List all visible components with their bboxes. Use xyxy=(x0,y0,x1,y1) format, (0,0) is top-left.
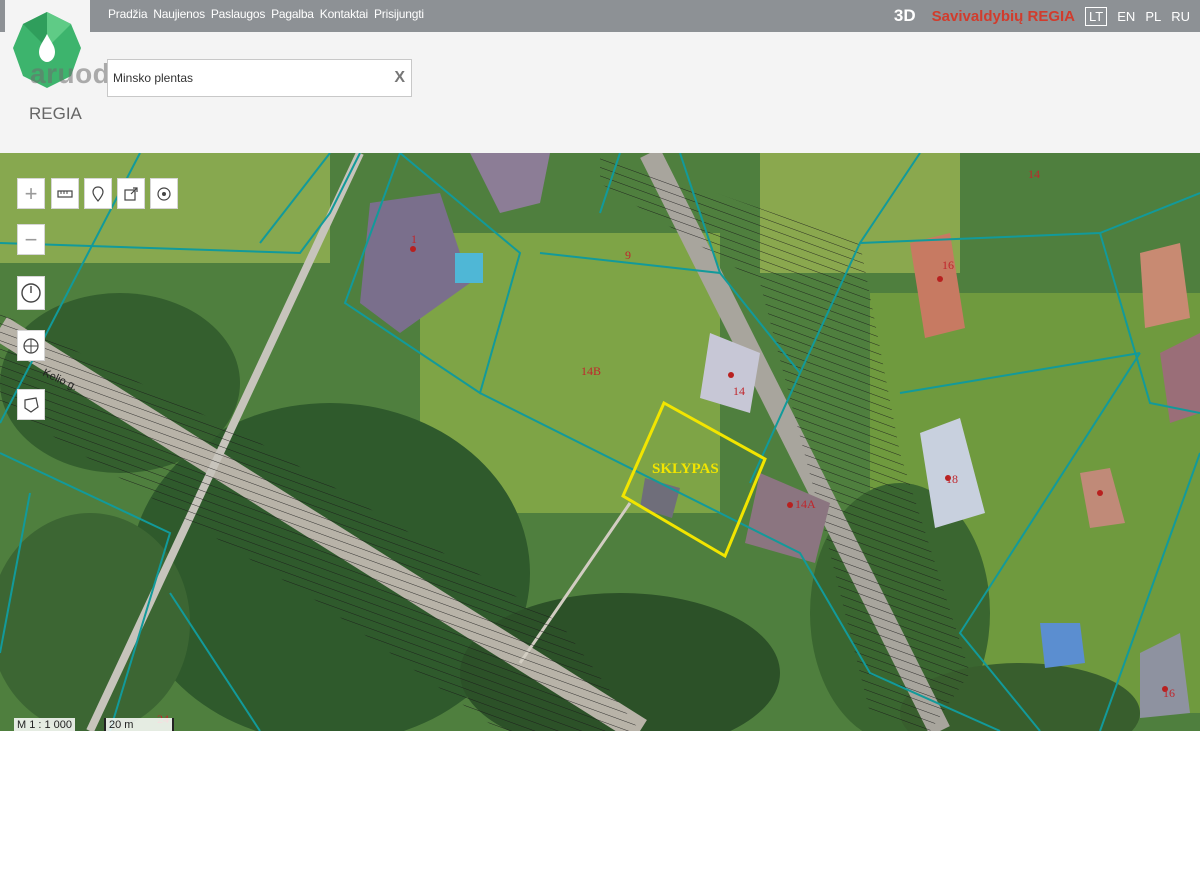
nav-item-naujienos[interactable]: Naujienos xyxy=(153,0,205,28)
3d-button[interactable]: 3D xyxy=(894,6,916,26)
polygon-icon xyxy=(24,396,39,413)
crosshair-icon xyxy=(23,337,39,354)
search-box: X xyxy=(107,59,412,97)
lang-lt[interactable]: LT xyxy=(1085,6,1108,26)
parcel-label-14-top: 14 xyxy=(1028,167,1040,181)
nav-item-pradzia[interactable]: Pradžia xyxy=(108,0,147,28)
scale-bar-label: 20 m xyxy=(104,718,174,731)
brand-title: Savivaldybių REGIA xyxy=(931,7,1076,25)
aerial-map[interactable]: 1 9 14B 14 14A 16 18 14 16 24 Kelio g. S… xyxy=(0,153,1200,731)
parcel-label-16: 16 xyxy=(942,258,954,272)
parcel-label-1: 1 xyxy=(411,232,417,246)
map-scale: M 1 : 1 000 xyxy=(14,718,76,731)
header-right: 3D Savivaldybių REGIA LT EN PL RU xyxy=(894,0,1200,32)
nav-item-pagalba[interactable]: Pagalba xyxy=(271,0,314,28)
map-view[interactable]: 1 9 14B 14 14A 16 18 14 16 24 Kelio g. S… xyxy=(0,153,1200,731)
compass-button[interactable] xyxy=(17,276,45,310)
minus-icon: − xyxy=(24,226,38,252)
nav-item-paslaugos[interactable]: Paslaugos xyxy=(211,0,265,28)
measure-tool-button[interactable] xyxy=(51,178,79,209)
ruler-icon xyxy=(57,189,73,198)
parcel-label-9: 9 xyxy=(625,248,631,262)
top-bar: Pradžia Naujienos Paslaugos Pagalba Kont… xyxy=(0,0,1200,32)
crosshair-button[interactable] xyxy=(17,330,45,361)
location-tool-button[interactable] xyxy=(150,178,178,209)
target-icon xyxy=(157,186,171,201)
parcel-label-16-bottom: 16 xyxy=(1163,686,1175,700)
pin-icon xyxy=(92,185,104,202)
lang-en[interactable]: EN xyxy=(1117,9,1135,24)
plus-icon: + xyxy=(24,180,38,206)
logo-text: REGIA xyxy=(29,104,82,123)
parcel-label-14b: 14B xyxy=(581,364,601,378)
parcel-label-18: 18 xyxy=(946,472,958,486)
nav-item-kontaktai[interactable]: Kontaktai xyxy=(320,0,368,28)
lang-ru[interactable]: RU xyxy=(1171,9,1190,24)
pin-tool-button[interactable] xyxy=(84,178,112,209)
lang-pl[interactable]: PL xyxy=(1145,9,1161,24)
nav-item-prisijungti[interactable]: Prisijungti xyxy=(374,0,424,28)
compass-icon xyxy=(21,283,41,303)
zoom-in-button[interactable]: + xyxy=(17,178,45,209)
clear-search-button[interactable]: X xyxy=(394,69,405,87)
area-tool-button[interactable] xyxy=(17,389,45,420)
share-icon xyxy=(124,186,138,201)
main-nav: Pradžia Naujienos Paslaugos Pagalba Kont… xyxy=(108,0,430,28)
highlighted-parcel-label: SKLYPAS xyxy=(652,461,719,477)
parcel-label-14a: 14A xyxy=(795,497,816,511)
search-input[interactable] xyxy=(108,60,388,96)
parcel-label-14: 14 xyxy=(733,384,745,398)
zoom-out-button[interactable]: − xyxy=(17,224,45,255)
share-tool-button[interactable] xyxy=(117,178,145,209)
